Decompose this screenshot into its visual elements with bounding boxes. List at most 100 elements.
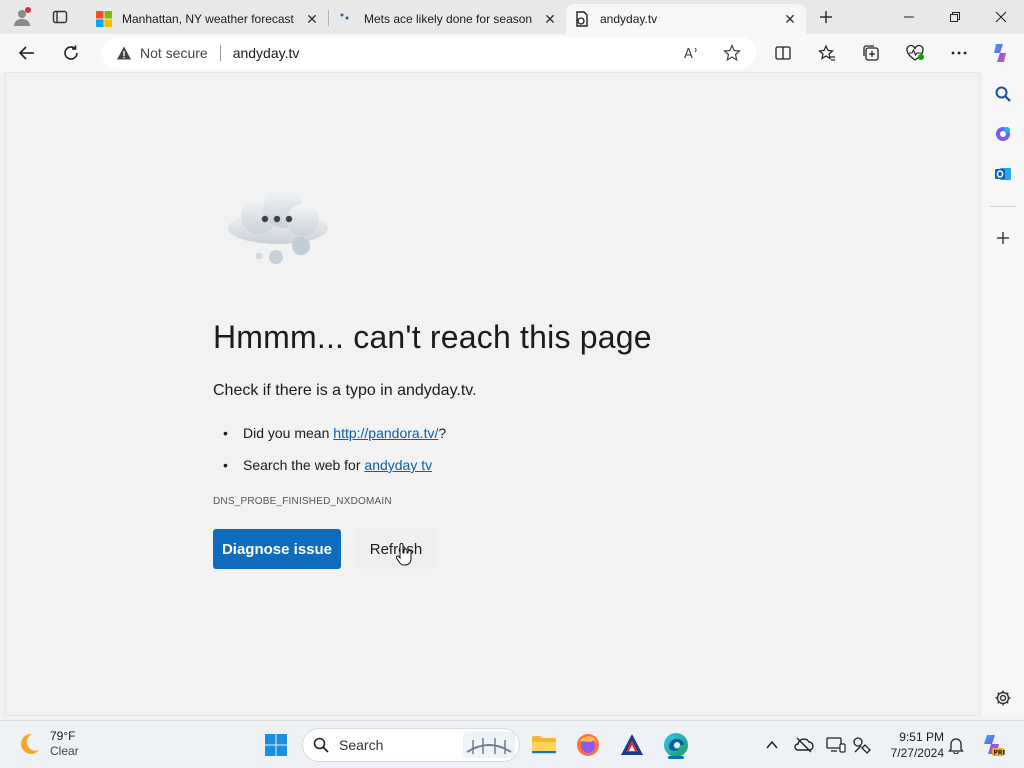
url-text[interactable]: andyday.tv <box>233 45 300 61</box>
search-highlight-icon <box>463 732 515 758</box>
suggestion-text: Did you mean <box>243 425 334 441</box>
tab-actions-button[interactable] <box>46 5 74 29</box>
copilot-preview-button[interactable]: PRE <box>978 731 1006 759</box>
cloud-offline-icon <box>794 737 814 753</box>
firefox-icon <box>577 734 599 756</box>
sidebar-copilot-button[interactable] <box>989 120 1017 148</box>
collections-icon <box>863 45 879 61</box>
plus-icon <box>820 11 832 23</box>
tab-divider <box>328 10 329 26</box>
copilot-icon <box>994 44 1006 62</box>
tab-mets[interactable]: Mets ace likely done for season ✕ <box>330 4 566 34</box>
copilot-button[interactable] <box>986 38 1016 68</box>
restore-button[interactable] <box>932 0 978 34</box>
sidebar-search-button[interactable] <box>989 80 1017 108</box>
search-web-link[interactable]: andyday tv <box>364 457 432 473</box>
close-window-button[interactable] <box>978 0 1024 34</box>
security-label[interactable]: Not secure <box>140 45 208 61</box>
svg-text:PRE: PRE <box>994 750 1006 757</box>
weather-temperature: 79°F <box>50 729 76 743</box>
windows-icon <box>265 734 287 756</box>
gear-icon <box>995 690 1011 706</box>
error-title: Hmmm... can't reach this page <box>213 319 652 355</box>
profile-button[interactable] <box>8 5 36 29</box>
svg-text:A: A <box>684 47 693 62</box>
address-divider <box>219 45 221 61</box>
error-code: DNS_PROBE_FINISHED_NXDOMAIN <box>213 496 392 507</box>
address-bar[interactable]: Not secure andyday.tv A <box>102 37 756 69</box>
file-explorer-button[interactable] <box>528 729 560 761</box>
clock[interactable]: 9:51 PM 7/27/2024 <box>880 729 944 761</box>
monitor-icon <box>826 737 846 753</box>
browser-toolbar: Not secure andyday.tv A <box>0 34 1024 72</box>
tab-strip: Manhattan, NY weather forecast ✕ Mets ac… <box>0 0 1024 34</box>
favorites-icon <box>818 44 835 61</box>
edge-icon <box>664 733 688 757</box>
search-icon <box>313 737 329 753</box>
folder-icon <box>532 736 556 754</box>
close-icon <box>995 11 1007 23</box>
close-tab-icon[interactable]: ✕ <box>542 11 558 27</box>
sidebar-settings-button[interactable] <box>989 684 1017 712</box>
tab-title: Manhattan, NY weather forecast <box>122 12 294 26</box>
back-arrow-icon <box>18 46 34 60</box>
tab-title: andyday.tv <box>600 12 658 26</box>
split-screen-icon <box>775 46 791 60</box>
network-tray-button[interactable] <box>850 733 874 757</box>
start-button[interactable] <box>260 729 292 761</box>
sidebar-divider <box>990 206 1016 207</box>
suggestion-text: ? <box>438 425 447 441</box>
restore-icon <box>950 12 960 22</box>
browser-essentials-button[interactable] <box>900 38 930 68</box>
split-screen-button[interactable] <box>768 38 798 68</box>
list-item: Search the web for andyday tv <box>223 455 446 487</box>
settings-more-button[interactable] <box>944 38 974 68</box>
show-hidden-icons-button[interactable] <box>760 733 784 757</box>
hand-cursor-icon <box>395 543 412 566</box>
close-tab-icon[interactable]: ✕ <box>304 11 320 27</box>
pandora-link[interactable]: http://pandora.tv/ <box>333 425 438 441</box>
favorites-button[interactable] <box>812 38 842 68</box>
profile-icon <box>14 7 31 26</box>
more-dots-icon <box>951 51 967 55</box>
tab-weather[interactable]: Manhattan, NY weather forecast ✕ <box>88 4 328 34</box>
tab-title: Mets ace likely done for season <box>364 12 533 26</box>
refresh-toolbar-button[interactable] <box>56 38 86 68</box>
active-app-indicator <box>668 756 684 759</box>
sidebar-add-button[interactable] <box>989 224 1017 252</box>
news-icon <box>338 11 354 27</box>
minimize-button[interactable] <box>886 0 932 34</box>
taskbar: 79°F Clear Search 9:51 PM 7/27/2024 PRE <box>0 720 1024 768</box>
taskbar-search[interactable]: Search <box>302 728 520 762</box>
onedrive-tray-button[interactable] <box>792 733 816 757</box>
minimize-icon <box>904 16 914 18</box>
search-placeholder: Search <box>339 737 384 753</box>
bell-icon <box>948 738 964 754</box>
network-settings-icon <box>853 737 871 754</box>
back-button[interactable] <box>12 38 42 68</box>
app-triangle-button[interactable] <box>616 729 648 761</box>
collections-button[interactable] <box>856 38 886 68</box>
edge-button[interactable] <box>660 729 692 761</box>
favorite-star-icon[interactable] <box>720 41 744 65</box>
tab-actions-icon <box>52 10 68 24</box>
suggestion-list: Did you mean http://pandora.tv/? Search … <box>223 423 446 487</box>
cloud-error-icon <box>223 186 333 268</box>
diagnose-issue-button[interactable]: Diagnose issue <box>213 529 341 569</box>
notifications-button[interactable] <box>944 733 968 757</box>
edge-sidebar <box>982 72 1024 716</box>
weather-condition: Clear <box>50 744 79 758</box>
weather-widget[interactable]: 79°F Clear <box>16 729 79 759</box>
page-content: Hmmm... can't reach this page Check if t… <box>4 72 980 716</box>
new-tab-button[interactable] <box>812 5 840 29</box>
warning-icon[interactable] <box>116 45 132 61</box>
close-tab-icon[interactable]: ✕ <box>782 11 798 27</box>
triangle-app-icon <box>621 734 643 755</box>
sidebar-outlook-button[interactable] <box>989 160 1017 188</box>
clock-date: 7/27/2024 <box>890 746 944 760</box>
tab-andyday[interactable]: andyday.tv ✕ <box>566 4 806 34</box>
display-tray-button[interactable] <box>824 733 848 757</box>
read-aloud-icon[interactable]: A <box>680 41 704 65</box>
copilot-icon: PRE <box>984 735 1006 757</box>
firefox-button[interactable] <box>572 729 604 761</box>
